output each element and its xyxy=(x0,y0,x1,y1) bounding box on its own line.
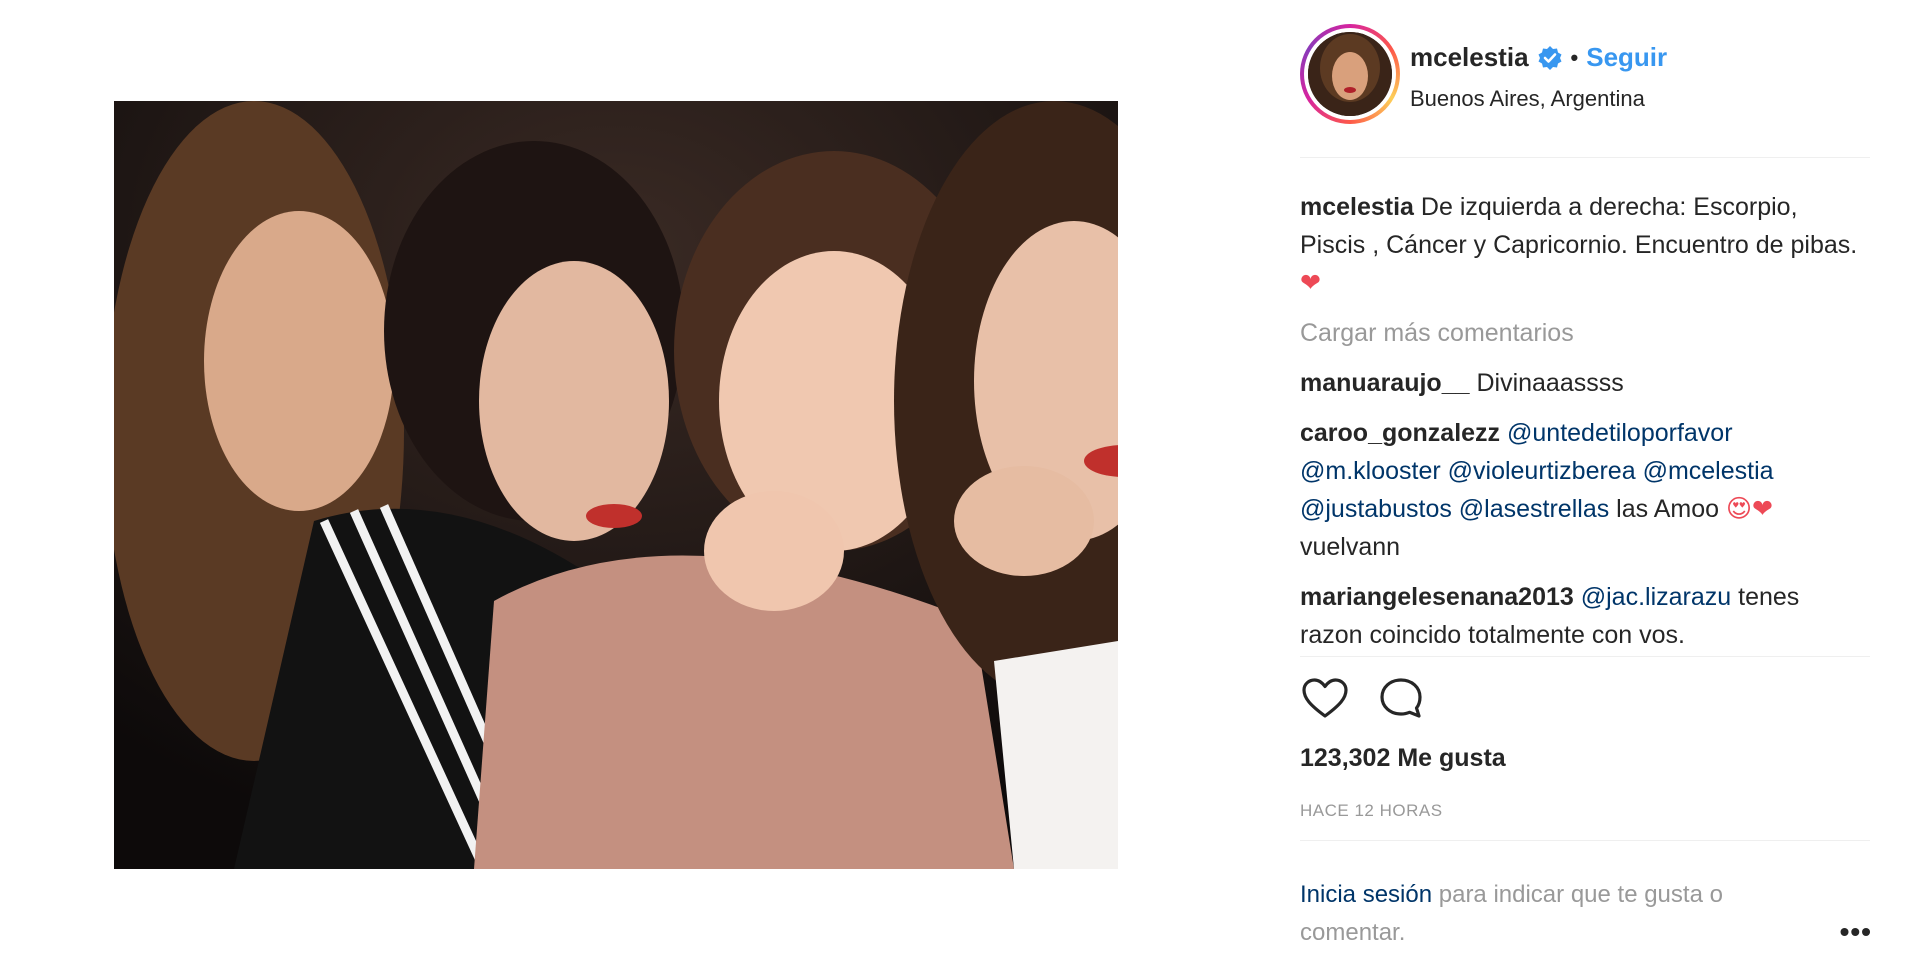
mention-link[interactable]: @jac.lizarazu xyxy=(1581,583,1731,611)
avatar-image xyxy=(1308,32,1392,116)
action-bar xyxy=(1300,674,1426,726)
post-side-panel: mcelestia • Seguir Buenos Aires, Argenti… xyxy=(1300,0,1872,975)
story-ring[interactable] xyxy=(1300,24,1400,124)
mention-link[interactable]: @m.klooster xyxy=(1300,457,1441,485)
comments-divider xyxy=(1300,656,1870,657)
follow-button[interactable]: Seguir xyxy=(1586,42,1667,73)
comment-text: las Amoo xyxy=(1609,495,1726,523)
comments-list[interactable]: mcelestia De izquierda a derecha: Escorp… xyxy=(1300,188,1860,656)
mention-link[interactable]: @mcelestia xyxy=(1643,457,1774,485)
verified-badge-icon xyxy=(1538,45,1562,70)
comment-item: caroo_gonzalezz @untedetiloporfavor @m.k… xyxy=(1300,414,1860,566)
mention-link[interactable]: @lasestrellas xyxy=(1459,495,1609,523)
comment-username[interactable]: caroo_gonzalezz xyxy=(1300,419,1500,447)
footer-divider xyxy=(1300,840,1870,841)
caption: mcelestia De izquierda a derecha: Escorp… xyxy=(1300,188,1860,302)
comment-item: mariangelesenana2013 @jac.lizarazu tenes… xyxy=(1300,578,1860,654)
comment-bubble-icon[interactable] xyxy=(1376,674,1426,724)
avatar[interactable] xyxy=(1308,32,1392,116)
post-timestamp: HACE 12 HORAS xyxy=(1300,801,1443,820)
post-photo[interactable] xyxy=(114,101,1118,869)
comment-username[interactable]: manuaraujo__ xyxy=(1300,369,1470,397)
load-more-comments-button[interactable]: Cargar más comentarios xyxy=(1300,314,1860,352)
location-link[interactable]: Buenos Aires, Argentina xyxy=(1410,86,1645,112)
comment-text-tail: vuelvann xyxy=(1300,533,1401,561)
mention-link[interactable]: @untedetiloporfavor xyxy=(1507,419,1733,447)
emoji: 😍❤ xyxy=(1725,495,1773,523)
mention-link[interactable]: @justabustos xyxy=(1300,495,1452,523)
header-username[interactable]: mcelestia xyxy=(1410,42,1529,73)
avatar-border xyxy=(1304,28,1396,120)
comment-text: Divinaaassss xyxy=(1469,369,1624,397)
likes-count[interactable]: 123,302 Me gusta xyxy=(1300,744,1506,773)
post-header: mcelestia • Seguir xyxy=(1410,42,1667,73)
likes-label: Me gusta xyxy=(1397,744,1506,772)
photo-image xyxy=(114,101,1118,869)
mention-link[interactable]: @violeurtizberea xyxy=(1448,457,1636,485)
more-options-icon[interactable]: ••• xyxy=(1840,916,1872,948)
header-divider xyxy=(1300,157,1870,158)
heart-outline-icon[interactable] xyxy=(1300,674,1350,724)
heart-emoji: ❤ xyxy=(1300,269,1321,297)
comment-username[interactable]: mariangelesenana2013 xyxy=(1300,583,1574,611)
comment-item: manuaraujo__ Divinaaassss xyxy=(1300,364,1860,402)
likes-number: 123,302 xyxy=(1300,744,1391,772)
login-link[interactable]: Inicia sesión xyxy=(1300,881,1432,908)
caption-username[interactable]: mcelestia xyxy=(1300,193,1414,221)
login-prompt: Inicia sesión para indicar que te gusta … xyxy=(1300,876,1820,952)
separator-dot: • xyxy=(1570,44,1579,70)
